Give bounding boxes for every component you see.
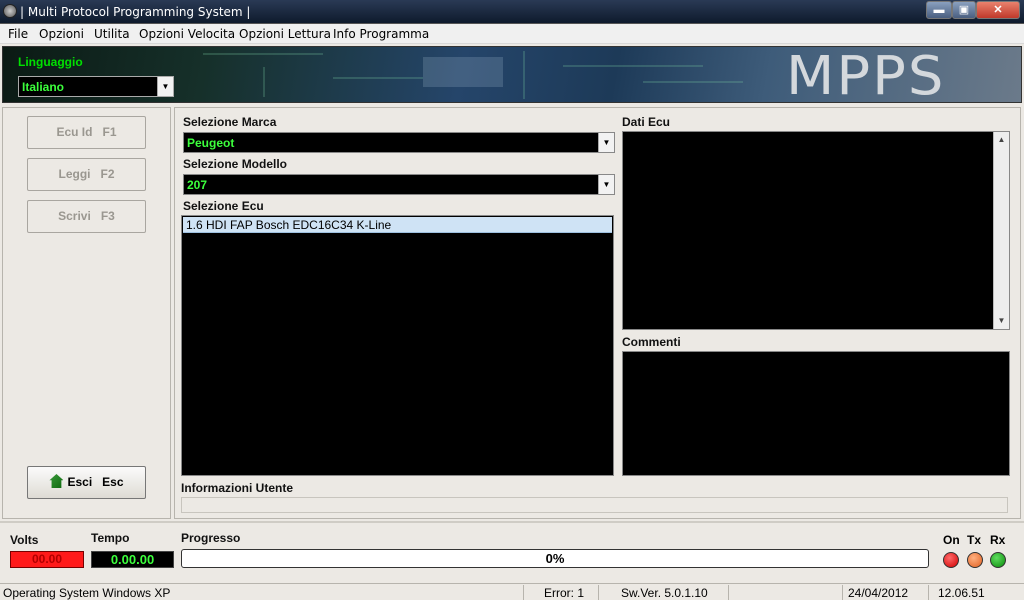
modello-select[interactable]: 207 ▼: [183, 174, 615, 195]
chevron-down-icon[interactable]: ▼: [598, 133, 614, 152]
minimize-button[interactable]: ▬: [926, 1, 952, 19]
esci-key: Esc: [102, 475, 124, 489]
status-version: Sw.Ver. 5.0.1.10: [621, 586, 708, 600]
scroll-up-icon[interactable]: ▲: [994, 132, 1009, 148]
menu-opzioni-velocita[interactable]: Opzioni Velocita: [139, 27, 235, 41]
led-rx-label: Rx: [990, 533, 1006, 547]
menu-info-programma[interactable]: Info Programma: [333, 27, 429, 41]
status-separator: [842, 585, 843, 600]
menu-utilita[interactable]: Utilita: [94, 27, 130, 41]
status-bar: Operating System Windows XP Error: 1 Sw.…: [0, 583, 1024, 600]
led-rx-icon: [990, 552, 1006, 568]
ecu-label: Selezione Ecu: [183, 199, 264, 213]
led-on-icon: [943, 552, 959, 568]
app-icon: [3, 4, 17, 18]
scrollbar[interactable]: ▲ ▼: [993, 132, 1009, 329]
leggi-button[interactable]: Leggi F2: [27, 158, 146, 191]
led-tx-label: Tx: [967, 533, 982, 547]
scrivi-key: F3: [100, 209, 115, 223]
list-item[interactable]: 1.6 HDI FAP Bosch EDC16C34 K-Line: [183, 217, 612, 233]
dati-ecu-label: Dati Ecu: [622, 115, 671, 129]
scroll-down-icon[interactable]: ▼: [994, 313, 1009, 329]
logo: MPPS: [786, 45, 946, 108]
commenti-label: Commenti: [622, 335, 681, 349]
ecu-id-label: Ecu Id: [56, 125, 93, 139]
dati-ecu-textarea[interactable]: ▲ ▼: [622, 131, 1010, 330]
led-tx-icon: [967, 552, 983, 568]
status-separator: [728, 585, 729, 600]
marca-label: Selezione Marca: [183, 115, 277, 129]
status-error: Error: 1: [544, 586, 585, 600]
status-time: 12.06.51: [938, 586, 985, 600]
status-date: 24/04/2012: [848, 586, 909, 600]
esci-button[interactable]: Esci Esc: [27, 466, 146, 499]
tempo-display: 0.00.00: [91, 551, 174, 568]
volts-display: 00.00: [10, 551, 84, 568]
language-label: Linguaggio: [18, 55, 83, 69]
info-utente-field: [181, 497, 1008, 513]
led-on-label: On: [943, 533, 960, 547]
ecu-list[interactable]: 1.6 HDI FAP Bosch EDC16C34 K-Line: [181, 215, 614, 476]
esci-label: Esci: [67, 475, 93, 489]
status-separator: [928, 585, 929, 600]
progress-bar: 0%: [181, 549, 929, 568]
marca-value: Peugeot: [187, 136, 235, 150]
marca-select[interactable]: Peugeot ▼: [183, 132, 615, 153]
menu-bar: File Opzioni Utilita Opzioni Velocita Op…: [0, 24, 1024, 44]
status-separator: [523, 585, 524, 600]
language-value: Italiano: [22, 80, 65, 94]
window-title: | Multi Protocol Programming System |: [20, 5, 251, 19]
progresso-label: Progresso: [181, 531, 241, 545]
commenti-textarea[interactable]: [622, 351, 1010, 476]
menu-file[interactable]: File: [8, 27, 28, 41]
menu-opzioni[interactable]: Opzioni: [39, 27, 84, 41]
language-select[interactable]: Italiano ▼: [18, 76, 174, 97]
status-os: Operating System Windows XP: [3, 586, 171, 600]
home-exit-icon: [49, 474, 64, 488]
info-utente-label: Informazioni Utente: [181, 481, 294, 495]
scrivi-button[interactable]: Scrivi F3: [27, 200, 146, 233]
modello-label: Selezione Modello: [183, 157, 288, 171]
ecu-id-button[interactable]: Ecu Id F1: [27, 116, 146, 149]
leggi-key: F2: [100, 167, 115, 181]
maximize-button[interactable]: ▣: [952, 1, 976, 19]
ecu-id-key: F1: [102, 125, 117, 139]
modello-value: 207: [187, 178, 208, 192]
progress-text: 0%: [545, 551, 565, 566]
status-separator: [598, 585, 599, 600]
scrivi-label: Scrivi: [58, 209, 91, 223]
close-button[interactable]: ✕: [976, 1, 1020, 19]
chevron-down-icon[interactable]: ▼: [598, 175, 614, 194]
menu-opzioni-lettura[interactable]: Opzioni Lettura: [239, 27, 331, 41]
tempo-label: Tempo: [91, 531, 130, 545]
leggi-label: Leggi: [58, 167, 91, 181]
chevron-down-icon[interactable]: ▼: [157, 77, 173, 96]
volts-label: Volts: [10, 533, 39, 547]
